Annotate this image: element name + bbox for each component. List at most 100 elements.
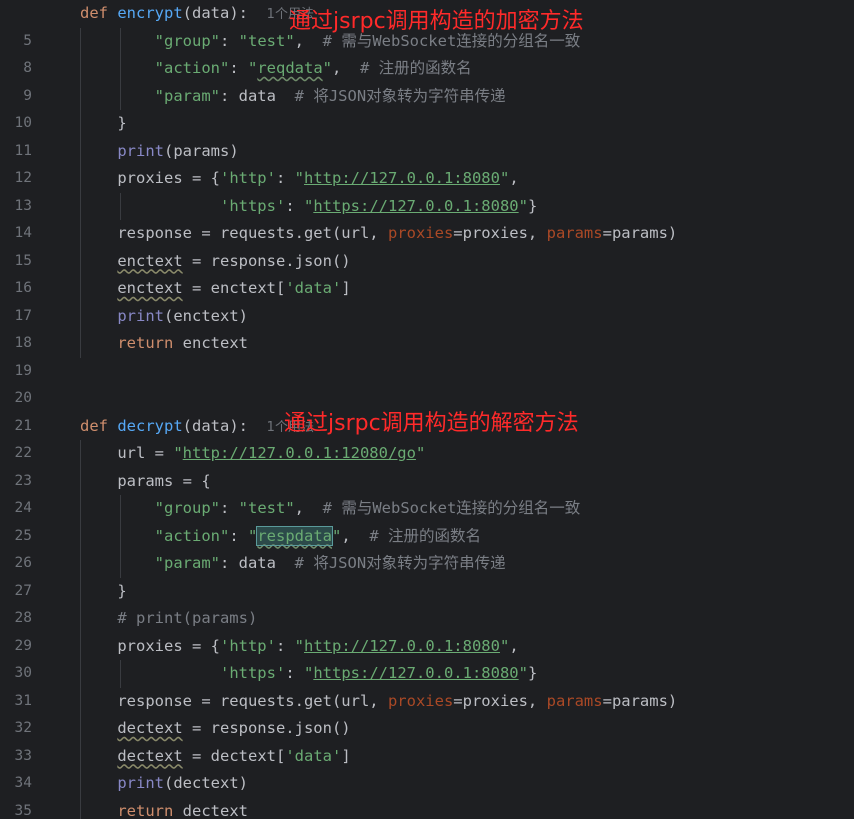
variable: enctext xyxy=(182,334,248,352)
code-text[interactable]: response = requests.get(url, proxies=pro… xyxy=(80,688,677,716)
code-line[interactable]: 15 response = requests.get(url, proxies=… xyxy=(0,220,854,269)
string: "test" xyxy=(238,499,295,517)
code-line[interactable]: 33 dectext = response.json() xyxy=(0,715,854,764)
variable: dectext xyxy=(210,746,276,765)
code-line[interactable]: 17 enctext = enctext['data'] xyxy=(0,275,854,324)
code-fragment: proxies = { xyxy=(117,636,220,655)
keyword: return xyxy=(117,801,174,819)
builtin: print xyxy=(117,306,164,325)
code-text[interactable]: url = "http://127.0.0.1:12080/go" xyxy=(80,440,425,468)
url-link[interactable]: http://127.0.0.1:12080/go xyxy=(183,444,416,462)
string: 'data' xyxy=(285,746,342,765)
code-text[interactable]: "param": data # 将JSON对象转为字符串传递 xyxy=(80,83,506,111)
code-line[interactable]: 23 url = "http://127.0.0.1:12080/go" xyxy=(0,440,854,489)
code-text[interactable]: proxies = {'http': "http://127.0.0.1:808… xyxy=(80,165,518,193)
code-line[interactable]: 34 dectext = dectext['data'] xyxy=(0,742,854,791)
code-text[interactable]: def encrypt(data): 1个用法 xyxy=(80,0,314,29)
selected-string-respdata[interactable]: respdata xyxy=(256,525,333,546)
code-fragment: =params) xyxy=(602,691,678,710)
code-line[interactable]: 35 print(dectext) xyxy=(0,770,854,819)
code-line[interactable]: 16 enctext = response.json() xyxy=(0,247,854,296)
string: 'https' xyxy=(219,664,286,682)
code-text[interactable]: # print(params) xyxy=(80,605,257,633)
function-name[interactable]: decrypt xyxy=(117,417,182,435)
code-text[interactable]: 'https': "https://127.0.0.1:8080"} xyxy=(80,193,537,221)
code-text[interactable]: } xyxy=(80,110,126,138)
code-text[interactable]: print(params) xyxy=(80,138,238,166)
string: "group" xyxy=(154,31,220,50)
code-text[interactable]: dectext = response.json() xyxy=(80,715,351,743)
code-text[interactable]: enctext = response.json() xyxy=(80,248,350,276)
string: "param" xyxy=(154,554,220,572)
code-line[interactable]: 27 "param": data # 将JSON对象转为字符串传递 xyxy=(0,550,854,599)
code-text[interactable]: dectext = dectext['data'] xyxy=(80,743,350,771)
string: 'data' xyxy=(285,279,342,297)
code-text[interactable]: "action": "reqdata", # 注册的函数名 xyxy=(80,55,472,83)
code-text[interactable]: return enctext xyxy=(80,330,248,358)
code-text[interactable]: 'https': "https://127.0.0.1:8080"} xyxy=(80,660,537,688)
code-text[interactable]: params = { xyxy=(80,468,211,496)
comment: # print(params) xyxy=(117,609,258,627)
string-reqdata: reqdata xyxy=(257,59,323,77)
comment: # 需与WebSocket连接的分组名一致 xyxy=(322,499,581,517)
function-name[interactable]: encrypt xyxy=(117,4,182,22)
code-text[interactable]: print(enctext) xyxy=(80,303,248,331)
code-fragment: =proxies, xyxy=(453,224,547,242)
code-line[interactable]: 13 proxies = {'http': "http://127.0.0.1:… xyxy=(0,165,854,214)
code-line[interactable]: 20 xyxy=(0,358,854,406)
code-line[interactable]: 31 'https': "https://127.0.0.1:8080"} xyxy=(0,660,854,709)
code-line[interactable]: 10 "param": data # 将JSON对象转为字符串传递 xyxy=(0,82,854,131)
code-line[interactable]: 25 "group": "test", # 需与WebSocket连接的分组名一… xyxy=(0,495,854,544)
string: "test" xyxy=(238,31,295,50)
code-text[interactable]: proxies = {'http': "http://127.0.0.1:808… xyxy=(80,633,518,661)
code-line[interactable]: 18 print(enctext) xyxy=(0,302,854,351)
code-line[interactable]: 29 # print(params) xyxy=(0,605,854,654)
code-fragment: : data xyxy=(219,554,276,572)
url-link[interactable]: https://127.0.0.1:8080 xyxy=(313,664,518,682)
comment: # 注册的函数名 xyxy=(360,59,472,77)
variable: dectext xyxy=(117,746,183,765)
code-text[interactable]: "action": "respdata", # 注册的函数名 xyxy=(80,523,481,551)
keyword-argument: params xyxy=(546,224,603,242)
keyword: return xyxy=(117,334,174,352)
url-link[interactable]: http://127.0.0.1:8080 xyxy=(304,637,500,655)
variable: enctext xyxy=(117,251,183,270)
comment: # 将JSON对象转为字符串传递 xyxy=(294,554,506,572)
string: "group" xyxy=(154,499,220,517)
url-link[interactable]: http://127.0.0.1:8080 xyxy=(304,169,500,187)
code-text[interactable]: response = requests.get(url, proxies=pro… xyxy=(80,220,677,248)
code-fragment: url = xyxy=(117,444,174,462)
code-fragment: proxies = { xyxy=(117,169,220,187)
builtin: print xyxy=(117,774,164,792)
code-line[interactable]: 9 "action": "reqdata", # 注册的函数名 xyxy=(0,55,854,104)
code-fragment: =proxies, xyxy=(453,691,547,710)
code-text[interactable]: } xyxy=(80,578,126,606)
code-line[interactable]: 14 'https': "https://127.0.0.1:8080"} xyxy=(0,192,854,241)
code-text[interactable]: "param": data # 将JSON对象转为字符串传递 xyxy=(80,550,506,578)
code-line[interactable]: 28 } xyxy=(0,577,854,626)
code-line[interactable]: 21 xyxy=(0,385,854,434)
code-fragment: = response.json() xyxy=(182,719,351,737)
variable: dectext xyxy=(173,774,239,792)
code-line[interactable]: 24 params = { xyxy=(0,467,854,516)
code-fragment: response = requests.get(url, xyxy=(117,224,388,242)
code-line[interactable]: 11 } xyxy=(0,110,854,159)
string: 'http' xyxy=(219,636,276,655)
encrypt-annotation: 通过jsrpc调用构造的加密方法 xyxy=(289,9,584,34)
code-text[interactable]: "group": "test", # 需与WebSocket连接的分组名一致 xyxy=(80,495,581,523)
code-text[interactable]: enctext = enctext['data'] xyxy=(80,275,350,303)
url-link[interactable]: https://127.0.0.1:8080 xyxy=(313,197,518,215)
code-fragment: : data xyxy=(219,86,276,105)
code-line[interactable]: 26 "action": "respdata", # 注册的函数名 xyxy=(0,522,854,571)
code-fragment: (data): xyxy=(182,4,248,22)
code-text[interactable]: print(dectext) xyxy=(80,770,248,798)
code-line[interactable]: 36 return dectext xyxy=(0,797,854,819)
code-line[interactable]: 19 return enctext xyxy=(0,330,854,379)
code-editor[interactable]: 5 def encrypt(data): 1个用法 8 "group": "te… xyxy=(0,0,854,819)
code-line[interactable]: 30 proxies = {'http': "http://127.0.0.1:… xyxy=(0,632,854,681)
code-text[interactable]: return dectext xyxy=(80,798,248,819)
code-line[interactable]: 12 print(params) xyxy=(0,137,854,186)
code-fragment: params = { xyxy=(117,471,211,490)
code-text[interactable]: def decrypt(data): 1个用法 xyxy=(80,413,314,442)
code-line[interactable]: 32 response = requests.get(url, proxies=… xyxy=(0,687,854,736)
